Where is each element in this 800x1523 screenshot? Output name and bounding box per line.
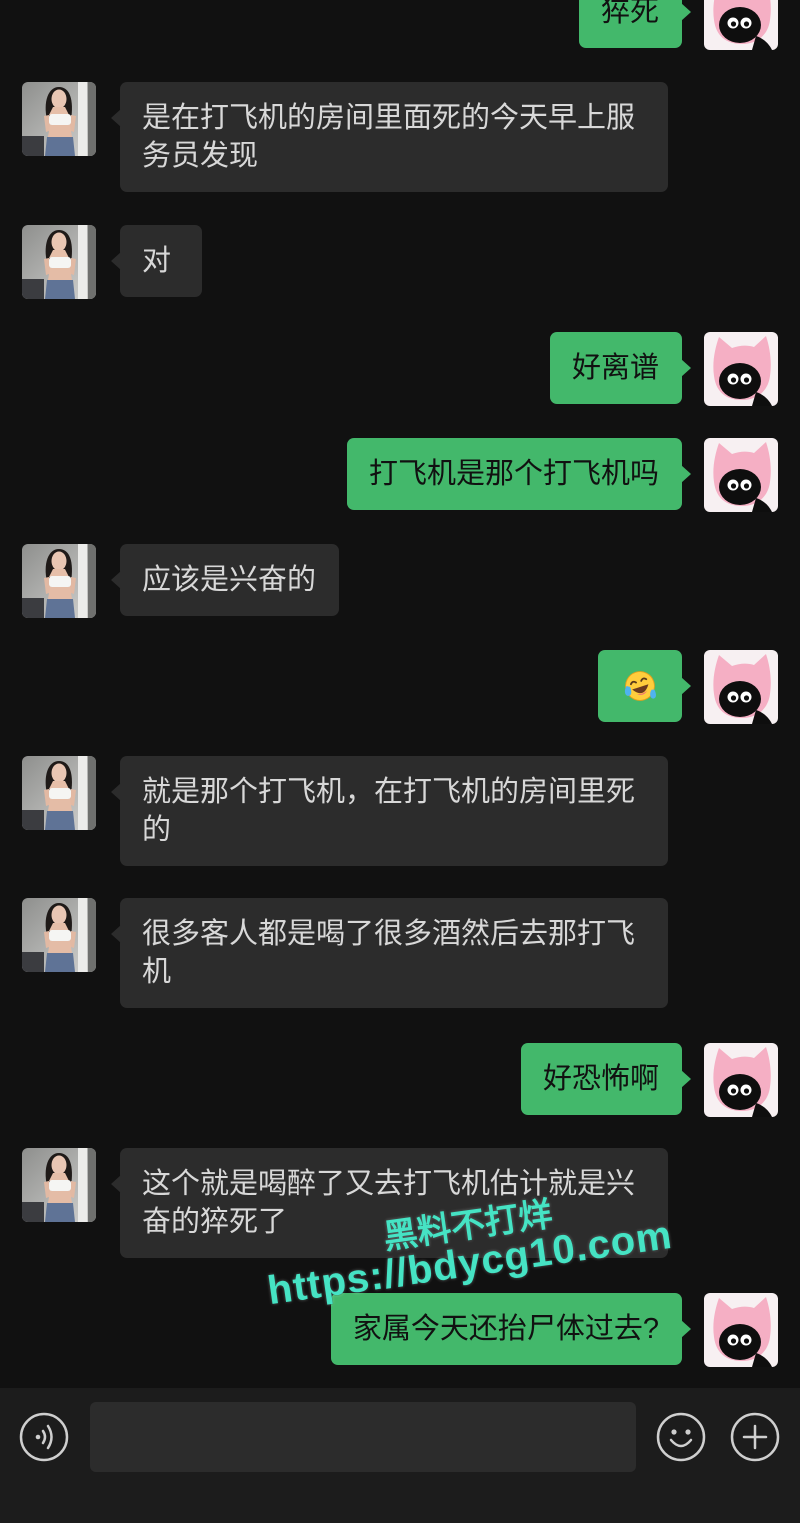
input-bar <box>0 1388 800 1523</box>
my-avatar[interactable] <box>704 0 778 50</box>
contact-avatar[interactable] <box>22 82 96 156</box>
pink-cat-avatar-icon <box>704 1043 778 1117</box>
pink-cat-avatar-icon <box>704 332 778 406</box>
plus-icon <box>730 1412 780 1462</box>
pink-cat-avatar-icon <box>704 0 778 50</box>
my-avatar[interactable] <box>704 1043 778 1117</box>
message-bubble[interactable]: 打飞机是那个打飞机吗 <box>346 438 692 510</box>
contact-avatar[interactable] <box>22 225 96 299</box>
my-avatar[interactable] <box>704 438 778 512</box>
pink-cat-avatar-icon <box>704 650 778 724</box>
voice-button[interactable] <box>19 1412 69 1462</box>
message-input[interactable] <box>90 1402 636 1472</box>
emoji-button[interactable] <box>656 1412 706 1462</box>
tears-of-joy-emoji-icon <box>622 668 658 704</box>
chat-area[interactable]: 猝死 是在打飞机的房间里面死的今天早上服务员发现 对 好离谱 打飞机是那个打飞机… <box>0 0 800 1388</box>
message-bubble[interactable]: 应该是兴奋的 <box>110 544 340 616</box>
contact-photo-avatar-icon <box>22 82 96 156</box>
message-bubble[interactable]: 就是那个打飞机，在打飞机的房间里死的 <box>111 756 668 866</box>
message-bubble[interactable]: 很多客人都是喝了很多酒然后去那打飞机 <box>111 898 668 1008</box>
message-text: 就是那个打飞机，在打飞机的房间里死的 <box>142 776 636 846</box>
message-bubble[interactable]: 家属今天还抬尸体过去? <box>330 1293 692 1365</box>
message-text: 猝死 <box>600 0 659 28</box>
message-text: 是在打飞机的房间里面死的今天早上服务员发现 <box>142 102 636 172</box>
message-text: 应该是兴奋的 <box>142 564 317 596</box>
contact-photo-avatar-icon <box>22 898 96 972</box>
contact-photo-avatar-icon <box>22 756 96 830</box>
smiley-icon <box>656 1412 706 1462</box>
contact-avatar[interactable] <box>22 898 96 972</box>
contact-photo-avatar-icon <box>22 544 96 618</box>
my-avatar[interactable] <box>704 1293 778 1367</box>
message-text: 对 <box>142 245 172 277</box>
message-bubble[interactable]: 是在打飞机的房间里面死的今天早上服务员发现 <box>111 82 668 192</box>
message-text: 好离谱 <box>571 352 659 384</box>
contact-photo-avatar-icon <box>22 225 96 299</box>
message-bubble[interactable]: 好恐怖啊 <box>520 1043 692 1115</box>
contact-avatar[interactable] <box>22 544 96 618</box>
voice-icon <box>19 1412 69 1462</box>
message-bubble[interactable]: 猝死 <box>578 0 692 48</box>
my-avatar[interactable] <box>704 650 778 724</box>
message-text: 好恐怖啊 <box>542 1063 659 1095</box>
pink-cat-avatar-icon <box>704 438 778 512</box>
pink-cat-avatar-icon <box>704 1293 778 1367</box>
contact-avatar[interactable] <box>22 1148 96 1222</box>
message-bubble[interactable]: 对 <box>111 225 202 297</box>
contact-photo-avatar-icon <box>22 1148 96 1222</box>
message-text: 很多客人都是喝了很多酒然后去那打飞机 <box>142 918 636 988</box>
message-text: 打飞机是那个打飞机吗 <box>368 458 659 490</box>
contact-avatar[interactable] <box>22 756 96 830</box>
my-avatar[interactable] <box>704 332 778 406</box>
message-text: 家属今天还抬尸体过去? <box>352 1313 659 1345</box>
more-button[interactable] <box>730 1412 780 1462</box>
emoji-message-bubble[interactable] <box>598 650 691 722</box>
message-bubble[interactable]: 好离谱 <box>549 332 692 404</box>
